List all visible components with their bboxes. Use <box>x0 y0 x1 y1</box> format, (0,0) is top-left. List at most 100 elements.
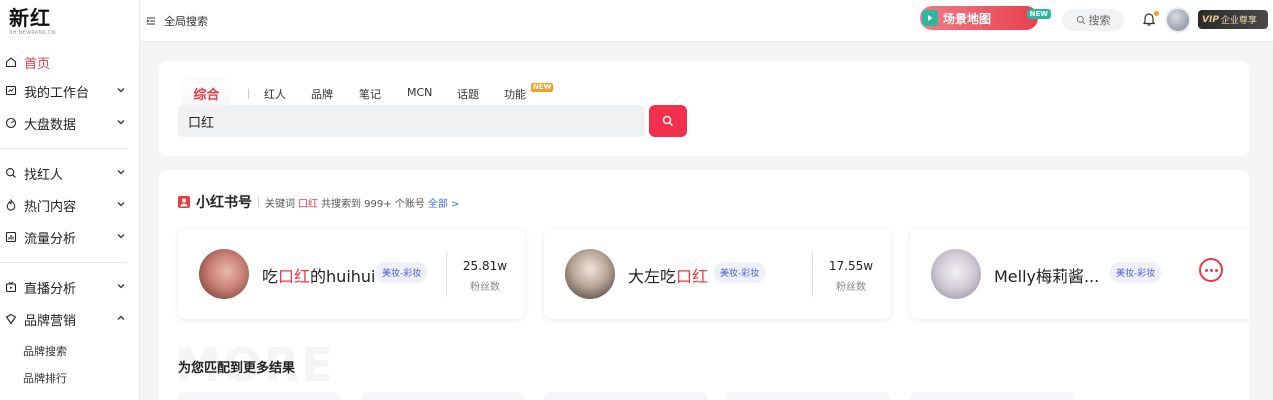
search-card: 综合 红人 品牌 笔记 MCN 话题 功能 NEW 口红 <box>159 61 1249 156</box>
tab-influencer[interactable]: 红人 <box>264 86 286 102</box>
avatar <box>565 249 615 299</box>
scene-map-label: 场景地图 <box>943 11 992 26</box>
tab-function[interactable]: 功能 <box>504 86 526 102</box>
account-card[interactable]: 大左吃口红 美妆-彩妆 17.55w 粉丝数 <box>544 229 891 319</box>
menu-collapse-icon <box>146 17 155 25</box>
chevron-down-icon <box>117 284 125 289</box>
section-divider <box>258 197 259 207</box>
results-card: 小红书号 关键词 口红 共搜索到 999+ 个账号 全部 > 吃口红的huihu… <box>159 170 1249 400</box>
sidebar-item-label: 我的工作台 <box>24 85 90 101</box>
tab-comprehensive[interactable]: 综合 <box>183 80 230 106</box>
sidebar-item-market-data[interactable]: 大盘数据 <box>0 111 140 135</box>
top-search-button[interactable]: 搜索 <box>1062 9 1124 31</box>
vip-badge[interactable]: VIP 企业尊享 <box>1198 10 1268 29</box>
sidebar-item-home[interactable]: 首页 <box>0 50 140 74</box>
tab-topic[interactable]: 话题 <box>457 86 479 102</box>
chevron-down-icon <box>117 202 125 207</box>
more-results-title: 为您匹配到更多结果 <box>178 361 296 376</box>
dot <box>1204 268 1208 272</box>
user-icon <box>178 196 190 208</box>
fire-icon <box>4 199 17 212</box>
sidebar-item-label: 流量分析 <box>24 231 77 247</box>
fans-count: 17.55w <box>828 259 874 273</box>
category-tag: 美妆-彩妆 <box>376 262 428 283</box>
tab-notes[interactable]: 笔记 <box>359 86 381 102</box>
category-tag: 美妆-彩妆 <box>1110 262 1162 283</box>
sidebar-item-label: 品牌营销 <box>24 313 77 329</box>
search-icon <box>4 167 17 180</box>
account-card[interactable]: 吃口红的huihui 美妆-彩妆 25.81w 粉丝数 <box>178 229 525 319</box>
search-submit-button[interactable] <box>649 105 687 137</box>
new-badge: NEW <box>531 83 554 92</box>
sidebar-item-hot-content[interactable]: 热门内容 <box>0 193 140 217</box>
chart-icon <box>4 231 17 244</box>
search-input[interactable]: 口红 <box>178 105 645 137</box>
sidebar-item-label: 直播分析 <box>24 281 77 297</box>
view-all-link[interactable]: 全部 > <box>428 195 460 210</box>
sidebar-divider <box>0 262 127 263</box>
top-search-label: 搜索 <box>1088 14 1111 27</box>
keyword-highlight: 口红 <box>298 198 318 210</box>
tab-divider <box>248 89 249 99</box>
search-icon <box>1076 15 1085 25</box>
more-result-item[interactable] <box>361 392 524 400</box>
more-result-item[interactable] <box>544 392 707 400</box>
vip-tag: VIP <box>1202 14 1219 25</box>
sidebar-item-label: 找红人 <box>24 167 64 183</box>
card-divider <box>446 251 447 297</box>
tab-brand[interactable]: 品牌 <box>311 86 333 102</box>
workbench-icon <box>4 85 17 98</box>
fans-label: 粉丝数 <box>836 282 866 293</box>
account-name: 吃口红的huihui <box>262 267 376 286</box>
sidebar-item-brand-marketing[interactable]: 品牌营销 <box>0 307 140 331</box>
logo[interactable]: 新红 XH.NEWRANK.CN <box>9 6 56 36</box>
section-title: 小红书号 <box>196 195 252 211</box>
dot <box>1214 268 1218 272</box>
global-search-toggle[interactable]: 全局搜索 <box>146 13 208 29</box>
category-tag: 美妆-彩妆 <box>714 262 766 283</box>
chevron-down-icon <box>117 120 125 125</box>
section-meta: 关键词 口红 共搜索到 999+ 个账号 全部 > <box>265 195 459 210</box>
live-icon <box>4 281 17 294</box>
sidebar-item-workbench[interactable]: 我的工作台 <box>0 79 140 103</box>
avatar[interactable] <box>1165 7 1191 33</box>
scene-map-button[interactable]: 场景地图 NEW <box>920 6 1051 30</box>
home-icon <box>4 56 17 69</box>
chevron-down-icon <box>117 234 125 239</box>
search-icon <box>662 115 674 127</box>
sidebar: 新红 XH.NEWRANK.CN 首页 我的工作台 大盘数据 找红人 热门内容 … <box>0 0 140 400</box>
sidebar-divider <box>0 148 127 149</box>
sidebar-subitem-brand-search[interactable]: 品牌搜索 <box>23 343 67 359</box>
more-result-item[interactable] <box>178 392 341 400</box>
sidebar-item-label: 首页 <box>24 56 51 72</box>
fans-count: 25.81w <box>462 259 508 273</box>
more-result-item[interactable] <box>910 392 1073 400</box>
more-options-button[interactable] <box>1199 258 1223 282</box>
new-badge: NEW <box>1026 9 1051 19</box>
chevron-down-icon <box>117 88 125 93</box>
sidebar-subitem-brand-ranking[interactable]: 品牌排行 <box>23 370 67 386</box>
account-card[interactable]: Melly梅莉酱... 美妆-彩妆 <box>910 229 1249 319</box>
chevron-up-icon <box>117 315 125 320</box>
topbar: 全局搜索 场景地图 NEW 搜索 VIP 企业尊享 <box>141 0 1273 42</box>
tab-mcn[interactable]: MCN <box>407 86 432 99</box>
account-name: 大左吃口红 <box>628 267 709 286</box>
avatar <box>931 249 981 299</box>
section-header: 小红书号 关键词 口红 共搜索到 999+ 个账号 全部 > <box>178 192 459 212</box>
brand-icon <box>4 313 17 326</box>
sidebar-item-label: 热门内容 <box>24 199 77 215</box>
sidebar-item-find-influencer[interactable]: 找红人 <box>0 161 140 185</box>
meta-suffix: 共搜索到 999+ 个账号 <box>321 198 425 210</box>
more-result-item[interactable] <box>727 392 890 400</box>
account-name: Melly梅莉酱... <box>994 267 1100 286</box>
avatar <box>199 249 249 299</box>
chevron-down-icon <box>117 170 125 175</box>
play-icon <box>922 10 938 26</box>
fans-label: 粉丝数 <box>470 282 500 293</box>
global-search-label: 全局搜索 <box>164 15 208 28</box>
logo-subtitle: XH.NEWRANK.CN <box>9 30 56 36</box>
sidebar-item-live-analysis[interactable]: 直播分析 <box>0 275 140 299</box>
sidebar-item-traffic-analysis[interactable]: 流量分析 <box>0 225 140 249</box>
data-icon <box>4 117 17 130</box>
vip-text: 企业尊享 <box>1220 16 1257 26</box>
